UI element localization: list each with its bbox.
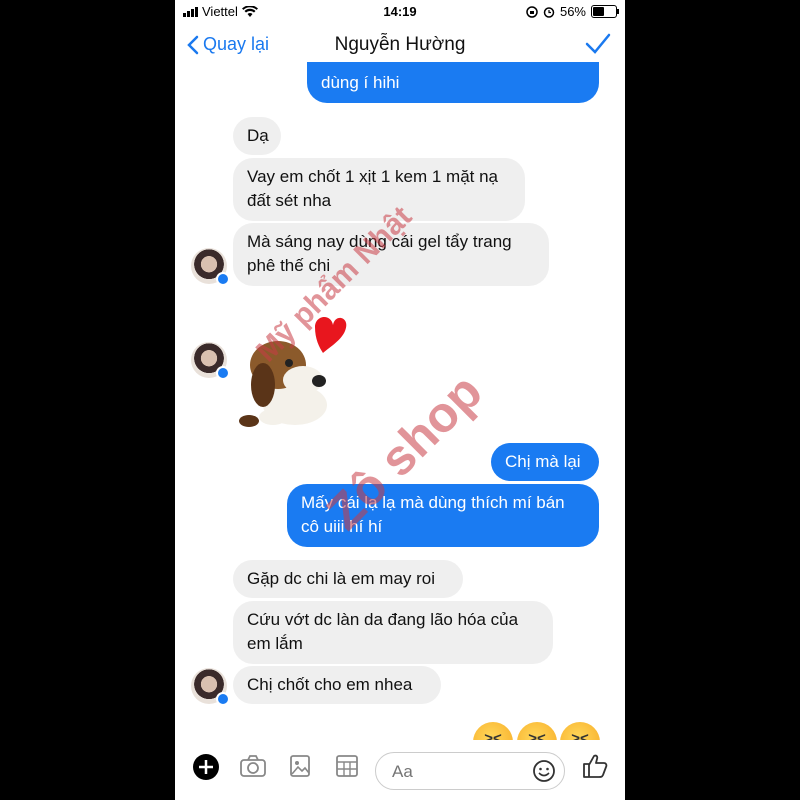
messenger-badge-icon — [216, 366, 230, 380]
alarm-icon — [543, 6, 555, 18]
avatar[interactable] — [191, 248, 230, 286]
conversation-title: Nguyễn Hường — [334, 34, 466, 55]
messenger-screen: Viettel 14:19 56% Quay lại Nguyễn Hường … — [175, 0, 625, 800]
add-icon[interactable] — [193, 754, 219, 780]
like-icon[interactable] — [581, 752, 609, 780]
composer-bar — [175, 740, 625, 800]
battery-icon — [591, 5, 619, 18]
message-bubble-out[interactable]: dùng í hihi — [307, 62, 599, 103]
message-bubble-in[interactable]: Mà sáng nay dùng cái gel tẩy trang phê t… — [233, 223, 549, 286]
message-bubble-out[interactable]: Mấy cái lạ lạ mà dùng thích mí bán cô ui… — [287, 484, 599, 547]
messenger-badge-icon — [216, 692, 230, 706]
message-bubble-out[interactable]: Chị mà lại — [491, 443, 599, 481]
message-input[interactable] — [390, 761, 524, 783]
checkmark-icon[interactable] — [585, 32, 611, 56]
avatar[interactable] — [191, 668, 230, 706]
message-bubble-in[interactable]: Dạ — [233, 117, 281, 155]
gif-icon[interactable] — [335, 754, 359, 778]
dog-heart-sticker[interactable] — [233, 305, 363, 435]
message-bubble-in[interactable]: Chị chốt cho em nhea — [233, 666, 441, 704]
battery-percent: 56% — [559, 4, 586, 19]
avatar[interactable] — [191, 342, 230, 380]
camera-icon[interactable] — [239, 754, 267, 778]
message-bubble-in[interactable]: Vay em chốt 1 xịt 1 kem 1 mặt nạ đất sét… — [233, 158, 525, 221]
emoji-icon[interactable] — [532, 759, 556, 783]
message-input-container[interactable] — [375, 752, 565, 790]
messenger-badge-icon — [216, 272, 230, 286]
message-bubble-in[interactable]: Gặp dc chi là em may roi — [233, 560, 463, 598]
status-bar: Viettel 14:19 56% — [175, 0, 625, 24]
message-bubble-in[interactable]: Cứu vớt dc làn da đang lão hóa của em lắ… — [233, 601, 553, 664]
rotation-lock-icon — [526, 5, 538, 18]
photo-icon[interactable] — [289, 754, 311, 778]
